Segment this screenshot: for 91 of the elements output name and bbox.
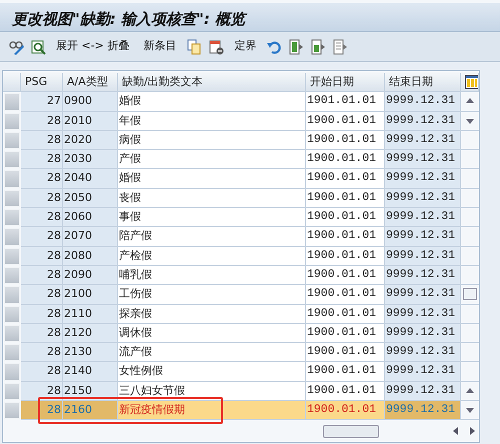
- table-cell: 1901.01.01: [306, 92, 385, 112]
- table-cell: 调休假: [118, 324, 306, 344]
- table-cell: 丧假: [118, 188, 306, 208]
- table-cell: 1900.01.01: [306, 169, 385, 189]
- table-cell: 9999.12.31: [385, 382, 461, 402]
- table-cell: 28: [21, 208, 63, 228]
- table-cell: 28: [21, 266, 63, 286]
- table-cell: 产检假: [118, 246, 306, 266]
- table-cell: 9999.12.31: [385, 169, 461, 189]
- window-title: 更改视图"缺勤: 输入项核查": 概览: [12, 9, 248, 30]
- table-cell: 9999.12.31: [385, 112, 461, 131]
- table-cell: 28: [21, 188, 63, 208]
- table-cell: 2120: [63, 324, 118, 344]
- table-cell: 事假: [118, 208, 306, 228]
- table-cell: 工伤假: [118, 285, 306, 305]
- table-cell: 婚假: [118, 169, 306, 189]
- table-cell: 1900.01.01: [306, 362, 385, 382]
- toolbar-button[interactable]: 定界: [230, 38, 260, 55]
- table-cell: 9999.12.31: [385, 362, 461, 382]
- table-cell: 9999.12.31: [385, 92, 461, 112]
- table-cell: 28: [21, 285, 63, 305]
- table-cell: 9999.12.31: [385, 246, 461, 266]
- table-cell: 1900.01.01: [306, 401, 385, 420]
- table-cell: 陪产假: [118, 227, 306, 247]
- table-cell: 28: [21, 246, 63, 266]
- table-cell: 1900.01.01: [306, 382, 385, 402]
- table-cell: 9999.12.31: [385, 266, 461, 286]
- table-cell: 1900.01.01: [306, 266, 385, 286]
- column-header: 开始日期: [306, 73, 385, 92]
- table-cell: 2110: [63, 304, 118, 324]
- table-cell: 1900.01.01: [306, 208, 385, 228]
- table-cell: 2140: [63, 362, 118, 382]
- table-cell: 9999.12.31: [385, 304, 461, 324]
- table-cell: 1900.01.01: [306, 227, 385, 247]
- column-header: A/A类型: [63, 73, 118, 92]
- table-cell: 27: [21, 92, 63, 112]
- table-cell: 9999.12.31: [385, 343, 461, 362]
- table-cell: 婚假: [118, 92, 306, 112]
- table-cell: 哺乳假: [118, 266, 306, 286]
- table-cell: 2090: [63, 266, 118, 286]
- table-cell: 28: [21, 343, 63, 362]
- table-cell: 2030: [63, 150, 118, 170]
- table-cell: 2070: [63, 227, 118, 247]
- table-cell: 2080: [63, 246, 118, 266]
- table-cell: 年假: [118, 112, 306, 131]
- toolbar-button[interactable]: 新条目: [139, 38, 180, 55]
- table-cell: 1900.01.01: [306, 324, 385, 344]
- table-cell: 9999.12.31: [385, 208, 461, 228]
- column-header: 缺勤/出勤类文本: [118, 73, 306, 92]
- table-cell: 28: [21, 150, 63, 170]
- table-cell: 28: [21, 130, 63, 150]
- table-cell: 探亲假: [118, 304, 306, 324]
- table-cell: 28: [21, 227, 63, 247]
- table-cell: 1900.01.01: [306, 112, 385, 131]
- table-cell: 0900: [63, 92, 118, 112]
- table-cell: 2040: [63, 169, 118, 189]
- table-cell: 28: [21, 304, 63, 324]
- table-cell: 9999.12.31: [385, 401, 461, 420]
- table-cell: 1900.01.01: [306, 285, 385, 305]
- table-cell: 1900.01.01: [306, 343, 385, 362]
- table-cell: 2100: [63, 285, 118, 305]
- table-cell: 9999.12.31: [385, 227, 461, 247]
- table-cell: 9999.12.31: [385, 188, 461, 208]
- table-cell: 2060: [63, 208, 118, 228]
- table-cell: 2010: [63, 112, 118, 131]
- table-cell: 2130: [63, 343, 118, 362]
- column-header: 结束日期: [385, 73, 461, 92]
- toolbar-button[interactable]: 展开 <-> 折叠: [52, 38, 134, 55]
- table-cell: 1900.01.01: [306, 188, 385, 208]
- table-cell: 28: [21, 169, 63, 189]
- table-cell: 1900.01.01: [306, 130, 385, 150]
- table-cell: 28: [21, 362, 63, 382]
- table-cell: 流产假: [118, 343, 306, 362]
- table-cell: 28: [21, 401, 63, 420]
- table-cell: 2020: [63, 130, 118, 150]
- table-cell: 2160: [63, 401, 118, 420]
- table-cell: 9999.12.31: [385, 285, 461, 305]
- table-cell: 9999.12.31: [385, 130, 461, 150]
- table-cell: 1900.01.01: [306, 246, 385, 266]
- table-cell: 2050: [63, 188, 118, 208]
- table-cell: 女性例假: [118, 362, 306, 382]
- table-cell: 1900.01.01: [306, 150, 385, 170]
- column-header: PSG: [21, 73, 63, 92]
- table-cell: 9999.12.31: [385, 150, 461, 170]
- table-cell: 病假: [118, 130, 306, 150]
- table-cell: 9999.12.31: [385, 324, 461, 344]
- table-cell: 产假: [118, 150, 306, 170]
- table-cell: 28: [21, 324, 63, 344]
- table-cell: 1900.01.01: [306, 304, 385, 324]
- table-cell: 28: [21, 112, 63, 131]
- table-cell: 新冠疫情假期: [118, 401, 306, 420]
